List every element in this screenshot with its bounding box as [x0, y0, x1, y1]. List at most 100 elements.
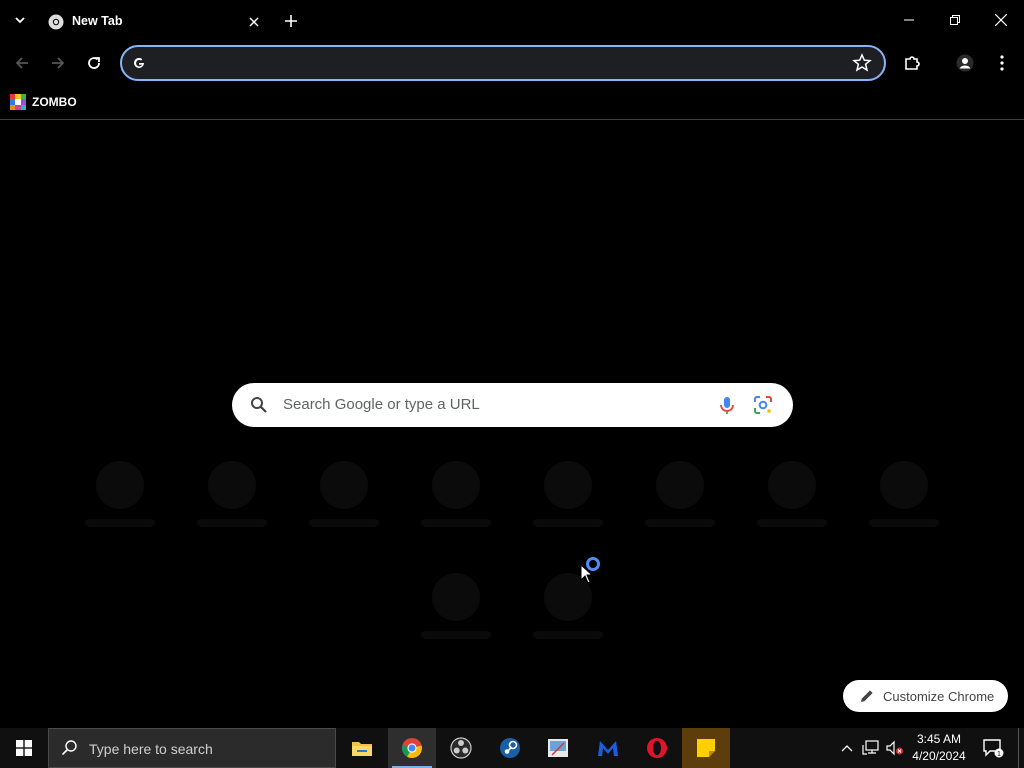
shortcut-label [197, 519, 267, 527]
shortcut-label [421, 519, 491, 527]
shortcut-label [869, 519, 939, 527]
shortcut-tile[interactable] [859, 461, 949, 541]
google-g-icon [134, 57, 144, 68]
shortcut-icon [656, 461, 704, 509]
search-icon [61, 740, 77, 756]
notification-count: 1 [997, 751, 1001, 758]
shortcut-icon [768, 461, 816, 509]
taskbar-sticky-notes[interactable] [682, 728, 730, 768]
search-placeholder: Search Google or type a URL [283, 396, 480, 413]
screen: New Tab ZOMBO Search Google or type a UR… [0, 0, 1024, 768]
address-bar[interactable] [120, 45, 886, 81]
close-window-button[interactable] [978, 0, 1024, 40]
back-button[interactable] [9, 50, 35, 76]
chevron-down-icon [15, 17, 25, 24]
close-icon [995, 14, 1007, 26]
taskbar-obs[interactable] [437, 728, 485, 768]
malwarebytes-icon [598, 741, 618, 756]
show-desktop-button[interactable] [1018, 728, 1024, 768]
restore-icon [950, 15, 960, 25]
windows-logo-icon [16, 740, 32, 756]
reload-button[interactable] [81, 50, 107, 76]
start-button[interactable] [0, 728, 48, 768]
search-icon [251, 397, 267, 413]
volume-muted-icon [886, 740, 903, 756]
google-search-box[interactable]: Search Google or type a URL [232, 383, 793, 427]
network-icon [862, 740, 879, 755]
snipping-icon [548, 739, 568, 757]
more-vert-icon [1000, 55, 1004, 71]
tab-new-tab[interactable]: New Tab [38, 6, 270, 40]
chrome-icon [48, 14, 64, 30]
network-button[interactable] [860, 728, 882, 768]
taskbar-snipping-tool[interactable] [534, 728, 582, 768]
bookmark-star-icon[interactable] [852, 53, 872, 73]
shortcut-icon [208, 461, 256, 509]
shortcut-label [645, 519, 715, 527]
taskbar-file-explorer[interactable] [338, 728, 386, 768]
minimize-icon [904, 19, 914, 21]
extensions-button[interactable] [899, 50, 925, 76]
address-input[interactable] [158, 53, 838, 73]
shortcut-icon [432, 461, 480, 509]
toolbar [0, 40, 1024, 86]
profile-button[interactable] [952, 50, 978, 76]
bookmark-zombo[interactable]: ZOMBO [10, 92, 77, 112]
taskbar-opera[interactable] [633, 728, 681, 768]
taskbar-chrome[interactable] [388, 728, 436, 768]
new-tab-button[interactable] [280, 10, 302, 32]
shortcut-tile[interactable] [411, 573, 501, 653]
plus-icon [285, 15, 297, 27]
taskbar-clock[interactable]: 3:45 AM 4/20/2024 [906, 731, 972, 765]
show-hidden-icons-button[interactable] [837, 728, 857, 768]
mouse-cursor-icon [580, 564, 594, 584]
minimize-button[interactable] [886, 0, 932, 40]
shortcut-label [85, 519, 155, 527]
shortcut-tile[interactable] [75, 461, 165, 541]
file-explorer-icon [352, 742, 372, 756]
shortcut-tile[interactable] [187, 461, 277, 541]
profile-icon [956, 54, 974, 72]
restore-button[interactable] [932, 0, 978, 40]
shortcut-icon [320, 461, 368, 509]
pencil-icon [861, 690, 873, 702]
clock-date: 4/20/2024 [912, 749, 966, 763]
tab-close-button[interactable] [244, 12, 264, 32]
taskbar-malwarebytes[interactable] [584, 728, 632, 768]
opera-icon [647, 738, 667, 758]
forward-button[interactable] [45, 50, 71, 76]
sticky-notes-icon [697, 739, 715, 757]
back-arrow-icon [15, 57, 28, 69]
forward-arrow-icon [52, 57, 65, 69]
shortcut-tile[interactable] [635, 461, 725, 541]
volume-button[interactable] [884, 728, 906, 768]
shortcut-tile[interactable] [747, 461, 837, 541]
bookmarks-bar: ZOMBO [0, 86, 1024, 120]
menu-button[interactable] [989, 50, 1015, 76]
shortcut-icon [432, 573, 480, 621]
google-lens-icon[interactable] [752, 394, 774, 416]
reload-icon [88, 57, 100, 69]
shortcut-icon [96, 461, 144, 509]
notification-center-button[interactable]: 1 [978, 728, 1008, 768]
shortcut-tile[interactable] [523, 573, 613, 653]
shortcut-icon [880, 461, 928, 509]
shortcut-tile[interactable] [523, 461, 613, 541]
tab-search-button[interactable] [8, 10, 32, 30]
shortcut-label [757, 519, 827, 527]
microphone-icon[interactable] [716, 394, 738, 416]
taskbar-search[interactable]: Type here to search [48, 728, 336, 768]
close-icon [249, 17, 259, 27]
chevron-up-icon [841, 745, 853, 752]
obs-icon [450, 737, 472, 759]
customize-chrome-button[interactable]: Customize Chrome [843, 680, 1008, 712]
shortcut-tile[interactable] [411, 461, 501, 541]
shortcut-label [533, 519, 603, 527]
shortcut-tile[interactable] [299, 461, 389, 541]
taskbar-steam[interactable] [486, 728, 534, 768]
notification-icon: 1 [983, 739, 1004, 758]
bookmark-label: ZOMBO [32, 95, 77, 109]
customize-label: Customize Chrome [883, 689, 995, 704]
shortcut-label [309, 519, 379, 527]
taskbar: Type here to search 3:45 AM 4/20/2024 1 [0, 728, 1024, 768]
